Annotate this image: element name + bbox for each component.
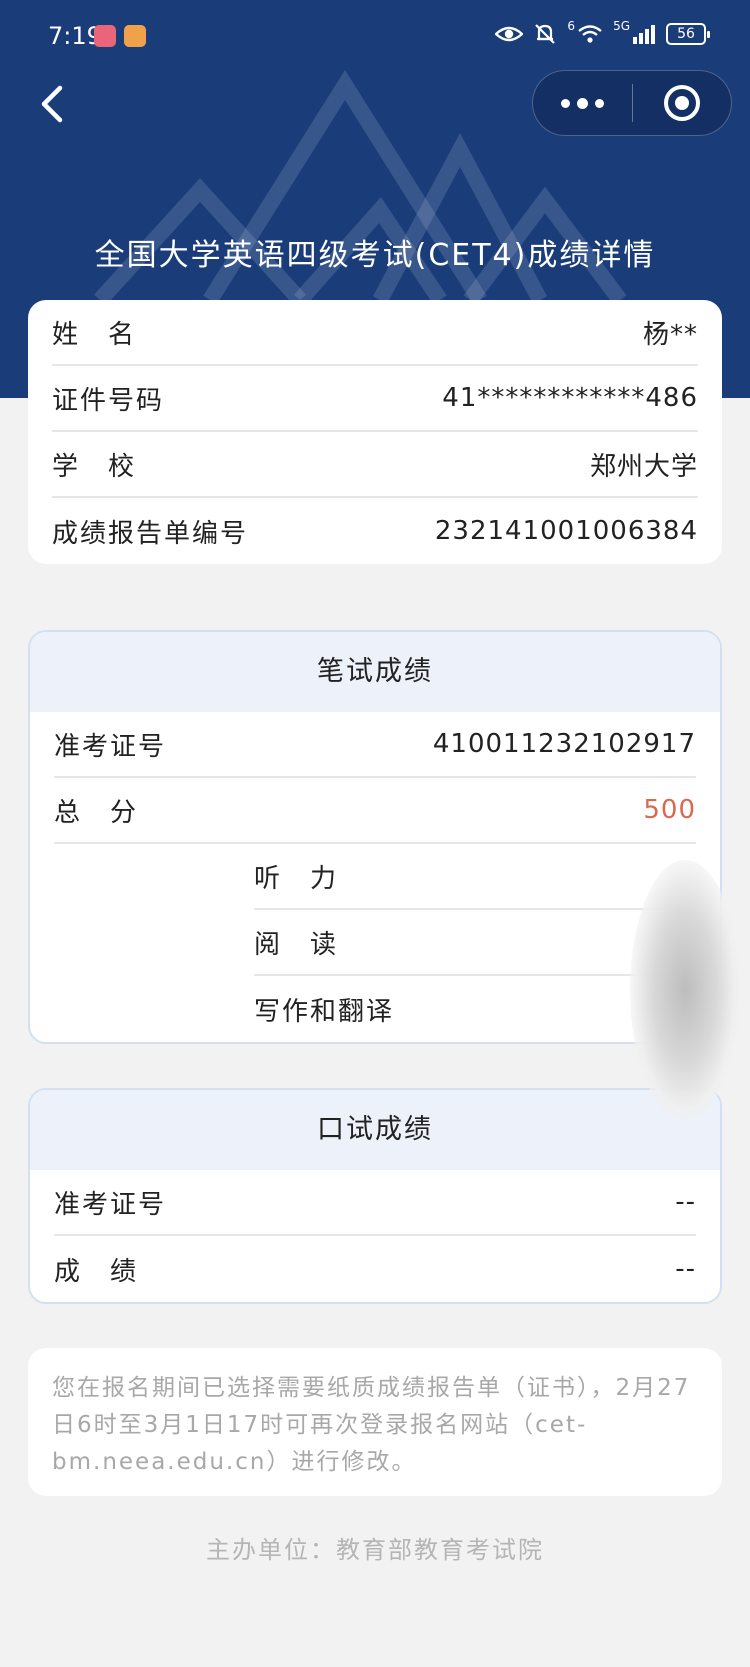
more-dot [576,97,588,109]
eye-icon [495,26,524,42]
row-label: 证件号码 [52,385,165,416]
personal-info-card: 姓 名 杨** 证件号码 41************486 学 校 郑州大学 … [28,300,722,564]
back-button[interactable] [30,80,80,130]
page-title: 全国大学英语四级考试(CET4)成绩详情 [94,238,656,273]
more-dot [594,98,604,108]
row-value: 41************486 [442,383,698,413]
written-total-row: 总 分 500 [54,778,696,844]
row-label: 准考证号 [54,1189,167,1220]
reader-app-icon [94,25,116,47]
row-value: -- [675,1187,696,1217]
info-row-report-number: 成绩报告单编号 232141001006384 [52,498,698,564]
wifi-icon [578,25,602,43]
info-row-name: 姓 名 杨** [52,300,698,366]
more-button[interactable] [533,70,632,136]
miniprogram-capsule [532,70,732,136]
oral-exam-card: 口试成绩 准考证号 -- 成 绩 -- [28,1088,722,1304]
mute-bell-icon [535,24,556,44]
chevron-left-icon [41,85,63,123]
row-label: 写作和翻译 [254,996,395,1027]
close-miniprogram-button[interactable] [633,70,732,136]
row-label: 准考证号 [54,731,167,762]
status-bar: 7:19 6 5G 56 [0,0,750,72]
organizer-footer: 主办单位：教育部教育考试院 [206,1536,544,1564]
video-app-icon [124,25,146,47]
written-exam-card: 笔试成绩 准考证号 410011232102917 总 分 500 听 力 阅 … [28,630,722,1044]
row-label: 总 分 [54,797,139,828]
info-row-id-number: 证件号码 41************486 [52,366,698,432]
row-label: 成绩报告单编号 [52,518,249,549]
row-value: 杨** [642,319,698,350]
reading-row: 阅 读 [254,910,696,976]
signal-label: 5G [613,19,630,33]
wifi-label: 6 [567,19,576,33]
redaction-smudge [630,860,740,1120]
row-label: 阅 读 [254,929,339,960]
signal-bars-icon [633,25,655,44]
row-value: 232141001006384 [434,516,698,546]
battery-icon: 56 [666,23,710,45]
row-label: 姓 名 [52,319,137,350]
row-label: 学 校 [52,451,137,482]
row-value: -- [675,1254,696,1284]
notice-text: 您在报名期间已选择需要纸质成绩报告单（证书），2月27日6时至3月1日17时可再… [28,1348,722,1496]
written-admission-row: 准考证号 410011232102917 [54,712,696,778]
total-score-value: 500 [643,795,696,825]
info-row-school: 学 校 郑州大学 [52,432,698,498]
battery-level: 56 [677,26,695,42]
oral-score-row: 成 绩 -- [54,1236,696,1302]
row-label: 成 绩 [54,1256,139,1287]
target-close-icon [663,85,700,121]
more-dots-icon [560,98,570,108]
oral-exam-title: 口试成绩 [30,1090,720,1170]
listening-row: 听 力 [254,844,696,910]
oral-admission-row: 准考证号 -- [54,1170,696,1236]
row-value: 郑州大学 [589,451,698,482]
written-exam-title: 笔试成绩 [30,632,720,712]
row-label: 听 力 [254,863,339,894]
row-value: 410011232102917 [432,729,696,759]
